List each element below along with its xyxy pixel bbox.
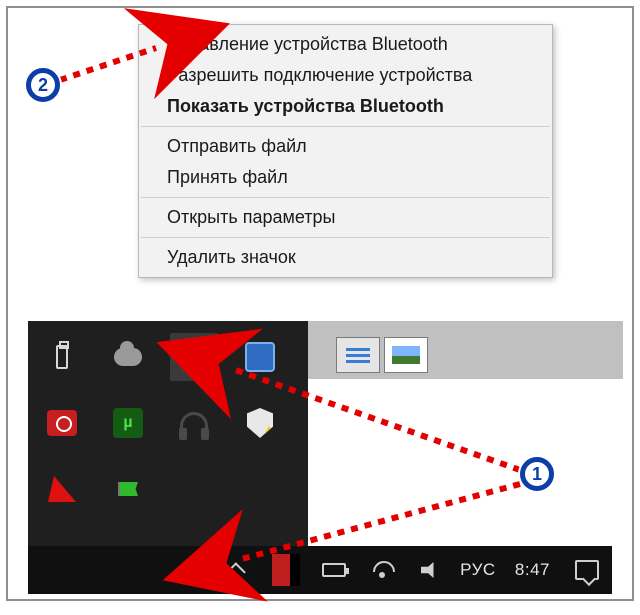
notification-icon bbox=[575, 560, 599, 580]
volume-button[interactable] bbox=[413, 553, 447, 587]
tray-icon-intel[interactable] bbox=[236, 333, 284, 381]
thumbnail-picture[interactable] bbox=[384, 337, 428, 373]
tray-icon-audio[interactable] bbox=[170, 399, 218, 447]
menu-item-receive-file[interactable]: Принять файл bbox=[139, 162, 552, 193]
menu-item-add-device[interactable]: Добавление устройства Bluetooth bbox=[139, 29, 552, 60]
tray-icon-flag[interactable] bbox=[104, 465, 152, 513]
menu-separator bbox=[141, 197, 550, 198]
menu-item-remove-icon[interactable]: Удалить значок bbox=[139, 242, 552, 273]
menu-separator bbox=[141, 237, 550, 238]
menu-item-open-settings[interactable]: Открыть параметры bbox=[139, 202, 552, 233]
tray-icon-usb[interactable] bbox=[38, 333, 86, 381]
intel-icon bbox=[245, 342, 275, 372]
callout-badge-2: 2 bbox=[26, 68, 60, 102]
menu-item-show-devices[interactable]: Показать устройства Bluetooth bbox=[139, 91, 552, 122]
chevron-up-icon bbox=[226, 562, 246, 582]
menu-separator bbox=[141, 126, 550, 127]
bluetooth-icon: ∦ bbox=[179, 342, 209, 372]
battery-button[interactable] bbox=[317, 553, 351, 587]
taskbar: РУС 8:47 bbox=[28, 546, 612, 594]
battery-icon bbox=[322, 563, 346, 577]
action-center-button[interactable] bbox=[570, 553, 604, 587]
tray-icon-app1[interactable] bbox=[38, 465, 86, 513]
tray-icon-security[interactable] bbox=[236, 399, 284, 447]
bluetooth-context-menu: Добавление устройства Bluetooth Разрешит… bbox=[138, 24, 553, 278]
tray-icon-utorrent[interactable]: µ bbox=[104, 399, 152, 447]
usb-icon bbox=[56, 345, 68, 369]
callout-badge-1: 1 bbox=[520, 457, 554, 491]
tray-overflow-panel: ∦ µ bbox=[28, 321, 308, 546]
cloud-icon bbox=[114, 348, 142, 366]
camera-icon bbox=[47, 410, 77, 436]
wifi-icon bbox=[370, 558, 394, 582]
menu-item-send-file[interactable]: Отправить файл bbox=[139, 131, 552, 162]
thumbnail-list[interactable] bbox=[336, 337, 380, 373]
tray-chevron-button[interactable] bbox=[221, 553, 255, 587]
red-triangle-icon bbox=[48, 476, 76, 502]
app-icon bbox=[272, 554, 300, 586]
utorrent-icon: µ bbox=[113, 408, 143, 438]
taskbar-app-button[interactable] bbox=[269, 553, 303, 587]
tray-icon-onedrive[interactable] bbox=[104, 333, 152, 381]
headset-icon bbox=[180, 412, 208, 434]
clock[interactable]: 8:47 bbox=[509, 553, 556, 587]
menu-item-allow-connect[interactable]: Разрешить подключение устройства bbox=[139, 60, 552, 91]
speaker-icon bbox=[421, 562, 439, 578]
tray-icon-camera[interactable] bbox=[38, 399, 86, 447]
network-button[interactable] bbox=[365, 553, 399, 587]
tray-icon-bluetooth[interactable]: ∦ bbox=[170, 333, 218, 381]
shield-warning-icon bbox=[247, 408, 273, 438]
window-thumbnails bbox=[332, 333, 432, 377]
language-indicator[interactable]: РУС bbox=[461, 553, 495, 587]
flag-icon bbox=[118, 482, 138, 496]
